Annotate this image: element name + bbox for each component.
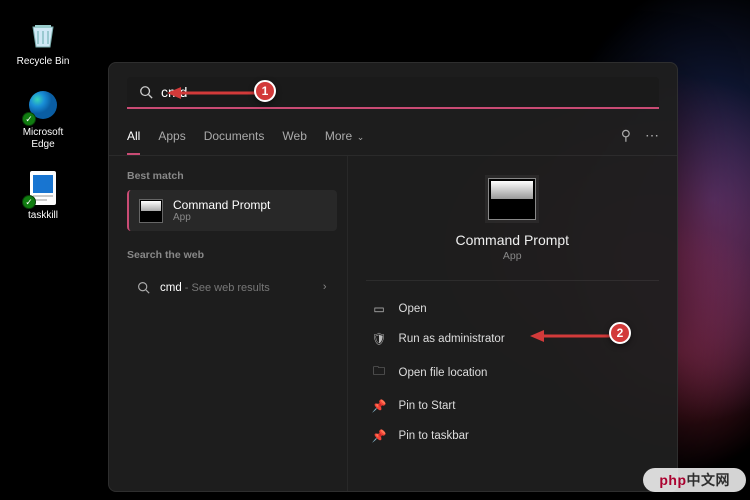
chevron-down-icon: ⌄ [354, 132, 364, 142]
action-open[interactable]: ▭ Open [366, 295, 659, 323]
actions-list: ▭ Open 🛡 Run as administrator 🗀 Open fil… [366, 295, 659, 450]
shortcut-badge-icon: ✓ [22, 112, 36, 126]
action-open-file-location[interactable]: 🗀 Open file location [366, 355, 659, 390]
desktop-icon-edge[interactable]: ✓ Microsoft Edge [8, 86, 78, 151]
shortcut-badge-icon: ✓ [22, 195, 36, 209]
tab-documents[interactable]: Documents [204, 123, 265, 155]
feedback-icon[interactable]: ⚲ [621, 127, 631, 144]
open-icon: ▭ [372, 302, 387, 316]
desktop-icon-recycle-bin[interactable]: Recycle Bin [8, 15, 78, 68]
search-icon [137, 281, 150, 294]
action-label: Open file location [399, 367, 488, 379]
annotation-arrow [167, 84, 257, 102]
annotation-callout-2: 2 [609, 322, 631, 344]
search-tabs-row: All Apps Documents Web More ⌄ ⚲ ⋯ [109, 115, 677, 156]
action-label: Open [399, 303, 427, 315]
command-prompt-icon [488, 178, 536, 220]
desktop-icon-taskkill[interactable]: ✓ taskkill [8, 169, 78, 222]
preview-subtitle: App [503, 250, 522, 262]
results-left-column: Best match Command Prompt App Search the… [109, 156, 348, 491]
pin-icon: 📌 [372, 399, 387, 413]
tab-web[interactable]: Web [282, 123, 306, 155]
preview-title: Command Prompt [455, 232, 569, 248]
desktop-icon-label: Microsoft Edge [23, 127, 64, 151]
web-result-query: cmd [160, 282, 182, 294]
chevron-right-icon: › [323, 281, 327, 293]
annotation-callout-1: 1 [254, 80, 276, 102]
preview-header: Command Prompt App [366, 178, 659, 281]
best-match-title: Command Prompt [173, 198, 270, 212]
web-result-item[interactable]: cmd - See web results › [127, 269, 337, 305]
start-search-panel: All Apps Documents Web More ⌄ ⚲ ⋯ Best m… [108, 62, 678, 492]
search-web-label: Search the web [127, 249, 337, 261]
command-prompt-icon [139, 199, 163, 223]
pin-icon: 📌 [372, 429, 387, 443]
search-results-body: Best match Command Prompt App Search the… [109, 156, 677, 491]
edge-icon: ✓ [24, 86, 62, 124]
action-label: Pin to Start [399, 400, 456, 412]
tab-more[interactable]: More ⌄ [325, 123, 364, 155]
best-match-subtitle: App [173, 212, 270, 223]
action-pin-start[interactable]: 📌 Pin to Start [366, 392, 659, 420]
best-match-item[interactable]: Command Prompt App [127, 190, 337, 231]
action-label: Run as administrator [399, 333, 505, 345]
recycle-bin-icon [24, 15, 62, 53]
search-icon [139, 85, 153, 99]
batch-file-icon: ✓ [24, 169, 62, 207]
desktop-icon-label: Recycle Bin [17, 56, 70, 68]
tab-all[interactable]: All [127, 123, 140, 155]
folder-icon: 🗀 [372, 362, 387, 383]
action-pin-taskbar[interactable]: 📌 Pin to taskbar [366, 422, 659, 450]
action-label: Pin to taskbar [399, 430, 469, 442]
annotation-arrow [530, 327, 612, 345]
web-result-suffix: - See web results [182, 282, 270, 294]
desktop-icons: Recycle Bin ✓ Microsoft Edge ✓ taskkill [8, 15, 78, 222]
tab-apps[interactable]: Apps [158, 123, 185, 155]
desktop-icon-label: taskkill [28, 210, 58, 222]
results-right-column: Command Prompt App ▭ Open 🛡 Run as admin… [348, 156, 677, 491]
shield-icon: 🛡 [372, 332, 387, 346]
watermark: php中文网 [643, 470, 746, 490]
more-options-icon[interactable]: ⋯ [645, 127, 659, 144]
best-match-label: Best match [127, 170, 337, 182]
